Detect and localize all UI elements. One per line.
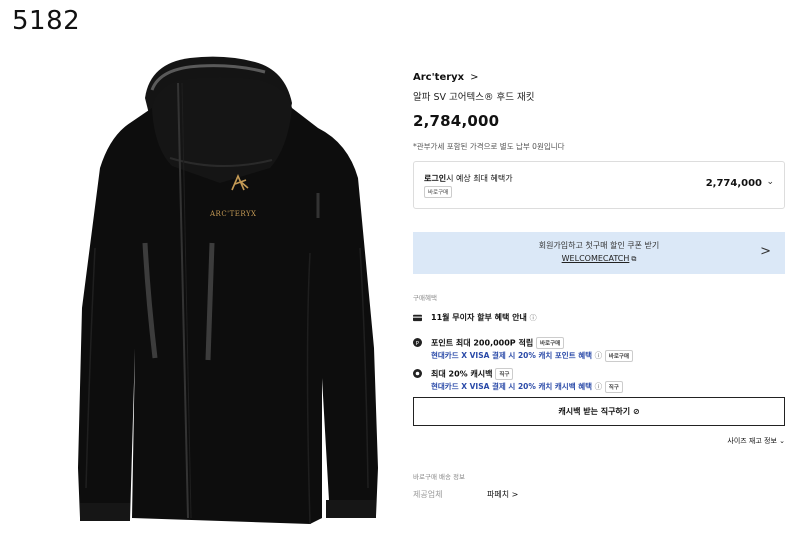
brand-link[interactable]: Arc'teryx >: [413, 72, 785, 83]
coupon-code-row: WELCOMECATCH ⧉: [413, 254, 785, 264]
benefits-section-label: 구매혜택: [413, 294, 437, 302]
cashback-title-text: 최대 20% 캐시백: [431, 369, 493, 379]
points-sub-tag: 바로구매: [604, 350, 634, 362]
card-icon: [413, 314, 422, 322]
product-price: 2,784,000: [413, 112, 500, 130]
login-bold-text: 로그인: [424, 174, 447, 183]
product-name: 알파 SV 고어텍스® 후드 재킷: [413, 92, 535, 103]
cashback-tag: 직구: [495, 368, 514, 380]
coupon-title: 회원가입하고 첫구매 할인 쿠폰 받기: [538, 241, 660, 250]
login-benefit-title: 로그인시 예상 최대 혜택가: [424, 173, 513, 184]
installment-text: 11월 무이자 할부 혜택 안내 ⓘ: [431, 312, 537, 323]
info-icon[interactable]: ⓘ: [595, 382, 603, 391]
info-icon[interactable]: ⓘ: [530, 314, 537, 322]
tax-note: *관부가세 포함된 가격으로 별도 납부 0원입니다: [413, 142, 565, 151]
cashback-sub: 현대카드 X VISA 결제 시 20% 캐치 캐시백 혜택 ⓘ 직구: [431, 381, 623, 393]
chevron-right-icon: >: [760, 244, 771, 259]
chevron-down-icon: ⌄: [766, 177, 774, 187]
points-sub: 현대카드 X VISA 결제 시 20% 캐치 포인트 혜택 ⓘ 바로구매: [431, 350, 634, 362]
points-benefit: P 포인트 최대 200,000P 적립 바로구매 현대카드 X VISA 결제…: [413, 336, 785, 362]
cashback-direct-buy-button[interactable]: 캐시백 받는 직구하기 ⊘: [413, 397, 785, 426]
cashback-benefit: 최대 20% 캐시백 직구 현대카드 X VISA 결제 시 20% 캐치 캐시…: [413, 367, 785, 397]
points-sub-text[interactable]: 현대카드 X VISA 결제 시 20% 캐치 포인트 혜택: [431, 351, 592, 360]
delivery-info-label: 바로구매 배송 정보: [413, 473, 465, 481]
cashback-sub-text[interactable]: 현대카드 X VISA 결제 시 20% 캐치 캐시백 혜택: [431, 382, 592, 391]
supplier-key: 제공업체: [413, 490, 443, 499]
cashback-icon: [413, 369, 422, 378]
points-title-text: 포인트 최대 200,000P 적립: [431, 338, 534, 348]
brand-name: Arc'teryx: [413, 72, 465, 83]
login-title-rest: 시 예상 최대 혜택가: [446, 174, 513, 183]
supplier-link[interactable]: 파페치 >: [487, 489, 518, 500]
product-image: ARC'TERYX: [60, 48, 390, 554]
chevron-right-icon: >: [470, 72, 479, 83]
cashback-title: 최대 20% 캐시백 직구: [431, 368, 514, 380]
installment-benefit[interactable]: 11월 무이자 할부 혜택 안내 ⓘ: [413, 311, 785, 325]
jacket-logo-text: ARC'TERYX: [210, 210, 257, 218]
coupon-code[interactable]: WELCOMECATCH: [562, 254, 630, 263]
login-benefit-price: 2,774,000: [705, 178, 762, 189]
cashback-sub-tag: 직구: [604, 381, 623, 393]
supplier-row: 제공업체 파페치 >: [413, 489, 785, 503]
product-info-panel: Arc'teryx > 알파 SV 고어텍스® 후드 재킷 2,784,000 …: [413, 72, 785, 503]
product-code-label: 5182: [12, 6, 81, 36]
points-title: 포인트 최대 200,000P 적립 바로구매: [431, 337, 565, 349]
info-icon[interactable]: ⓘ: [595, 351, 603, 360]
points-tag: 바로구매: [535, 337, 565, 349]
installment-label: 11월 무이자 할부 혜택 안내: [431, 313, 527, 322]
login-benefit-price-box[interactable]: 로그인시 예상 최대 혜택가 바로구매 2,774,000 ⌄: [413, 161, 785, 209]
direct-buy-tag: 바로구매: [424, 186, 453, 198]
welcome-coupon-banner[interactable]: 회원가입하고 첫구매 할인 쿠폰 받기 WELCOMECATCH ⧉ >: [413, 232, 785, 274]
points-icon: P: [413, 338, 422, 347]
size-stock-info-toggle[interactable]: 사이즈 재고 정보 ⌄: [413, 436, 785, 446]
copy-icon[interactable]: ⧉: [631, 255, 636, 263]
